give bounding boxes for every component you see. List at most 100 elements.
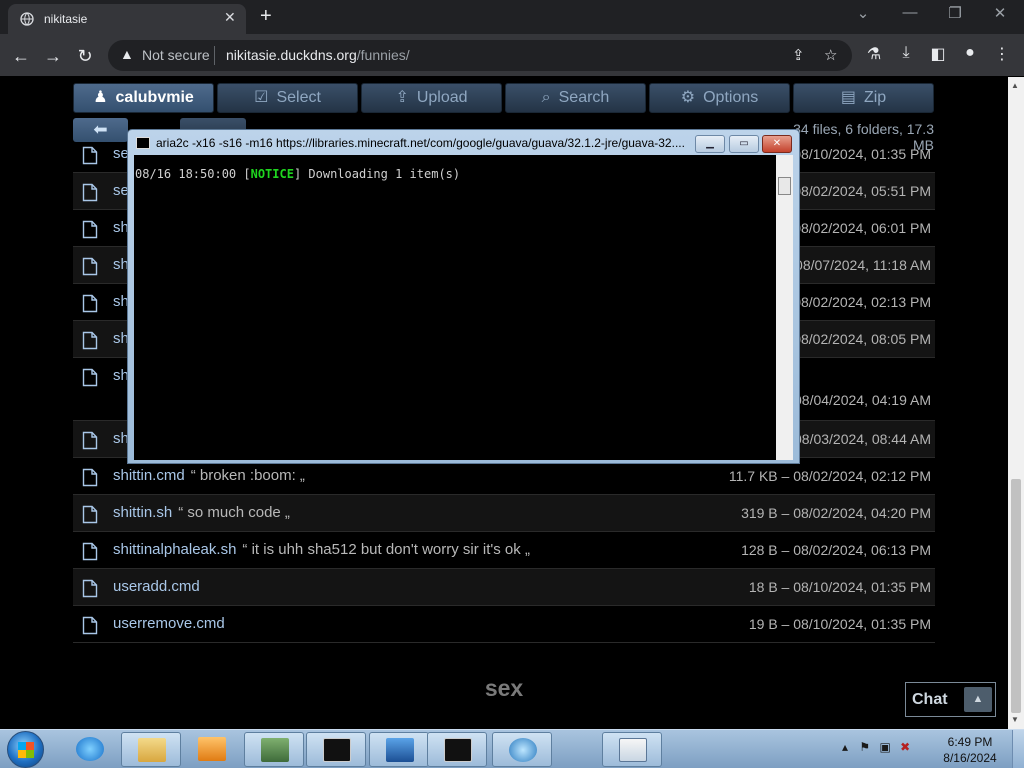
- file-icon: [82, 257, 98, 276]
- options-button[interactable]: ⚙ Options: [649, 83, 790, 113]
- zip-file-icon: ▤: [840, 89, 856, 106]
- tab-search-icon[interactable]: ⌄: [848, 4, 878, 22]
- file-name-link[interactable]: shittinalphaleak.sh “ it is uhh sha512 bu…: [113, 541, 530, 558]
- file-name[interactable]: shittin.sh: [113, 504, 172, 521]
- system-tray: ▴ ⚑ ▣ ✖: [842, 740, 910, 754]
- upload-icon: ⇪: [395, 89, 409, 106]
- browser-tab[interactable]: nikitasie ✕: [8, 4, 246, 34]
- globe-icon: [509, 738, 537, 762]
- url-path: /funnies/: [356, 47, 410, 63]
- log-message: ] Downloading 1 item(s): [293, 167, 461, 181]
- file-name-link[interactable]: shittin.sh “ so much code „: [113, 504, 290, 521]
- file-name[interactable]: userremove.cmd: [113, 615, 225, 632]
- windows-logo-icon: [18, 742, 34, 758]
- console-output[interactable]: 08/16 18:50:00 [NOTICE] Downloading 1 it…: [134, 155, 793, 460]
- restore-button[interactable]: ❐: [940, 4, 970, 22]
- start-button[interactable]: [7, 731, 44, 768]
- file-row[interactable]: shittinalphaleak.sh “ it is uhh sha512 bu…: [73, 532, 935, 569]
- select-label: Select: [276, 89, 321, 106]
- console-window[interactable]: aria2c -x16 -s16 -m16 https://libraries.…: [127, 129, 800, 464]
- labs-flask-icon[interactable]: ⚗: [862, 44, 886, 64]
- taskbar-network-app[interactable]: [244, 732, 304, 767]
- network-icon[interactable]: ▣: [879, 740, 890, 754]
- url-text[interactable]: nikitasie.duckdns.org/funnies/: [226, 47, 410, 63]
- taskbar-command-prompt-2[interactable]: [427, 732, 487, 767]
- log-timestamp: 08/16 18:50:00 [: [135, 167, 251, 181]
- file-row[interactable]: useradd.cmd 18 B – 08/10/2024, 01:35 PM: [73, 569, 935, 606]
- file-name[interactable]: shittin.cmd: [113, 467, 185, 484]
- tab-close-icon[interactable]: ✕: [224, 9, 236, 26]
- taskbar-globe-app[interactable]: [492, 732, 552, 767]
- taskbar-media-player[interactable]: [182, 732, 242, 767]
- console-scroll-thumb[interactable]: [778, 177, 791, 195]
- close-window-button[interactable]: ✕: [985, 4, 1015, 22]
- profile-icon[interactable]: ●: [958, 44, 982, 62]
- file-meta: 08/04/2024, 04:19 AM: [794, 392, 931, 408]
- menu-kebab-icon[interactable]: ⋮: [990, 44, 1014, 64]
- file-comment: “ it is uhh sha512 but don't worry sir i…: [242, 541, 530, 558]
- scrollbar-thumb[interactable]: [1011, 479, 1021, 713]
- file-icon: [82, 368, 98, 387]
- file-meta: 08/02/2024, 05:51 PM: [793, 183, 931, 199]
- file-meta: 08/02/2024, 06:01 PM: [793, 220, 931, 236]
- chat-widget[interactable]: Chat ▲: [905, 682, 996, 717]
- taskbar-command-prompt-1[interactable]: [306, 732, 366, 767]
- console-close-button[interactable]: ✕: [762, 135, 792, 153]
- user-icon: ♟: [93, 89, 108, 106]
- share-icon[interactable]: ⇪: [792, 46, 805, 64]
- globe-icon: [20, 12, 34, 26]
- select-button[interactable]: ☑ Select: [217, 83, 358, 113]
- file-row[interactable]: userremove.cmd 19 B – 08/10/2024, 01:35 P…: [73, 606, 935, 643]
- footer-text: sex: [484, 675, 524, 701]
- address-bar[interactable]: ▲ Not secure nikitasie.duckdns.org/funni…: [108, 40, 852, 71]
- forward-arrow-icon[interactable]: →: [40, 43, 66, 69]
- console-scrollbar[interactable]: [776, 155, 793, 460]
- internet-explorer-icon: [76, 737, 104, 761]
- user-button[interactable]: ♟ calubvmie: [73, 83, 214, 113]
- security-label[interactable]: Not secure: [142, 47, 210, 63]
- new-tab-button[interactable]: +: [260, 5, 272, 27]
- zip-button[interactable]: ▤ Zip: [793, 83, 934, 113]
- file-name-link[interactable]: userremove.cmd: [113, 615, 225, 632]
- taskbar-blue-app[interactable]: [369, 732, 429, 767]
- file-meta: 18 B – 08/10/2024, 01:35 PM: [748, 579, 931, 595]
- search-button[interactable]: ⌕ Search: [505, 83, 646, 113]
- tray-expand-icon[interactable]: ▴: [842, 740, 848, 754]
- upload-button[interactable]: ⇪ Upload: [361, 83, 502, 113]
- scroll-up-icon[interactable]: ▲: [1011, 81, 1019, 90]
- upload-label: Upload: [416, 89, 468, 106]
- file-name[interactable]: useradd.cmd: [113, 578, 200, 595]
- download-icon[interactable]: ⤓: [894, 44, 918, 62]
- file-meta: 128 B – 08/02/2024, 06:13 PM: [741, 542, 931, 558]
- scroll-down-icon[interactable]: ▼: [1011, 715, 1019, 724]
- taskbar-document-app[interactable]: [602, 732, 662, 767]
- minimize-button[interactable]: —: [895, 4, 925, 21]
- file-meta: 319 B – 08/02/2024, 04:20 PM: [741, 505, 931, 521]
- file-icon: [82, 294, 98, 313]
- reload-icon[interactable]: ↻: [72, 43, 98, 69]
- bookmark-star-icon[interactable]: ☆: [824, 46, 837, 64]
- back-arrow-icon[interactable]: ←: [8, 43, 34, 69]
- taskbar-file-explorer[interactable]: [121, 732, 181, 767]
- file-icon: [82, 146, 98, 165]
- command-prompt-icon: [444, 738, 472, 762]
- clock[interactable]: 6:49 PM 8/16/2024: [934, 734, 1006, 766]
- chat-expand-icon[interactable]: ▲: [964, 687, 992, 712]
- file-meta: 11.7 KB – 08/02/2024, 02:12 PM: [728, 468, 931, 484]
- blue-app-icon: [386, 738, 414, 762]
- side-panel-icon[interactable]: ◧: [926, 44, 950, 64]
- show-desktop-button[interactable]: [1012, 730, 1024, 768]
- zip-label: Zip: [863, 89, 887, 106]
- console-maximize-button[interactable]: ▭: [729, 135, 759, 153]
- file-name-link[interactable]: useradd.cmd: [113, 578, 200, 595]
- file-row[interactable]: shittin.sh “ so much code „ 319 B – 08/02/…: [73, 495, 935, 532]
- file-name[interactable]: shittinalphaleak.sh: [113, 541, 236, 558]
- taskbar-internet-explorer[interactable]: [60, 732, 120, 767]
- warning-icon[interactable]: ▲: [120, 46, 134, 62]
- file-name-link[interactable]: shittin.cmd “ broken :boom: „: [113, 467, 305, 484]
- volume-muted-icon[interactable]: ✖: [900, 740, 910, 754]
- page-scrollbar[interactable]: ▲ ▼: [1008, 77, 1024, 729]
- flag-icon[interactable]: ⚑: [859, 740, 870, 754]
- console-minimize-button[interactable]: ▁: [695, 135, 725, 153]
- clock-time: 6:49 PM: [947, 735, 993, 749]
